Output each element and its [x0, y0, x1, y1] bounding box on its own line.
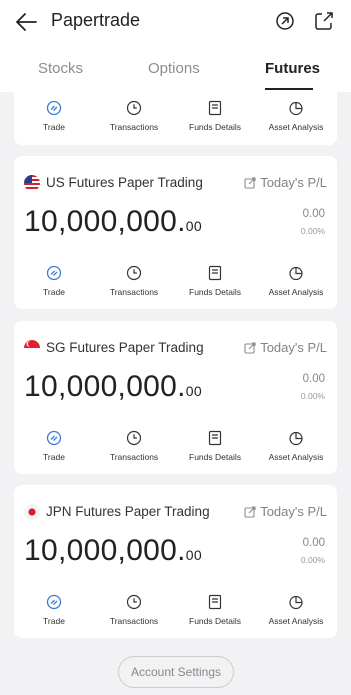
transactions-button[interactable]: Transactions	[94, 594, 174, 626]
document-icon	[207, 594, 223, 610]
external-link-icon	[244, 177, 256, 189]
account-name: US Futures Paper Trading	[46, 175, 203, 190]
tab-stocks[interactable]: Stocks	[38, 60, 83, 77]
pie-chart-icon	[288, 100, 304, 116]
external-link-icon	[244, 342, 256, 354]
clock-icon	[126, 430, 142, 446]
share-icon[interactable]	[313, 10, 335, 32]
account-card-us[interactable]: US Futures Paper Trading Today's P/L 10,…	[14, 156, 337, 309]
tab-options[interactable]: Options	[148, 60, 200, 77]
card-actions: Trade Transactions Funds Details Asset A…	[14, 594, 337, 630]
pl-percent: 0.00%	[300, 226, 325, 236]
sg-flag-icon	[24, 340, 40, 356]
todays-pl-link[interactable]: Today's P/L	[244, 340, 327, 355]
trade-button[interactable]: Trade	[14, 265, 94, 297]
transactions-button[interactable]: Transactions	[94, 430, 174, 462]
jp-flag-icon	[24, 504, 40, 520]
account-balance: 10,000,000.00	[24, 370, 202, 403]
pl-value: 0.00	[302, 537, 325, 549]
pl-percent: 0.00%	[300, 555, 325, 565]
account-name: JPN Futures Paper Trading	[46, 504, 210, 519]
funds-details-button[interactable]: Funds Details	[175, 265, 255, 297]
arrow-left-icon[interactable]	[14, 10, 40, 34]
document-icon	[207, 100, 223, 116]
account-balance: 10,000,000.00	[24, 205, 202, 238]
card-actions: Trade Transactions Funds Details Asset A…	[14, 430, 337, 466]
us-flag-icon	[24, 175, 40, 191]
document-icon	[207, 265, 223, 281]
pl-value: 0.00	[302, 373, 325, 385]
trade-button[interactable]: Trade	[14, 430, 94, 462]
asset-analysis-button[interactable]: Asset Analysis	[256, 265, 336, 297]
pie-chart-icon	[288, 594, 304, 610]
trade-icon	[46, 100, 62, 116]
trade-icon	[46, 430, 62, 446]
app-header: Papertrade	[0, 0, 351, 44]
transactions-button[interactable]: Transactions	[94, 100, 174, 132]
pie-chart-icon	[288, 265, 304, 281]
account-card-jpn[interactable]: JPN Futures Paper Trading Today's P/L 10…	[14, 485, 337, 638]
clock-icon	[126, 100, 142, 116]
account-card-sg[interactable]: SG Futures Paper Trading Today's P/L 10,…	[14, 321, 337, 474]
funds-details-button[interactable]: Funds Details	[175, 594, 255, 626]
pl-value: 0.00	[302, 208, 325, 220]
account-name: SG Futures Paper Trading	[46, 340, 204, 355]
active-tab-indicator	[265, 88, 313, 90]
page-title: Papertrade	[51, 10, 141, 30]
pie-chart-icon	[288, 430, 304, 446]
card-actions: Trade Transactions Funds Details Asset A…	[14, 265, 337, 301]
refresh-icon[interactable]	[274, 10, 296, 32]
external-link-icon	[244, 506, 256, 518]
asset-analysis-button[interactable]: Asset Analysis	[256, 594, 336, 626]
funds-details-button[interactable]: Funds Details	[175, 430, 255, 462]
clock-icon	[126, 594, 142, 610]
card-actions: Trade Transactions Funds Details Asset A…	[14, 100, 337, 136]
trade-button[interactable]: Trade	[14, 594, 94, 626]
account-settings-button[interactable]: Account Settings	[118, 656, 234, 688]
tab-futures[interactable]: Futures	[265, 60, 320, 77]
todays-pl-link[interactable]: Today's P/L	[244, 504, 327, 519]
clock-icon	[126, 265, 142, 281]
todays-pl-link[interactable]: Today's P/L	[244, 175, 327, 190]
account-card-partial: Trade Transactions Funds Details Asset A…	[14, 92, 337, 145]
trade-icon	[46, 265, 62, 281]
trade-icon	[46, 594, 62, 610]
document-icon	[207, 430, 223, 446]
trade-button[interactable]: Trade	[14, 100, 94, 132]
funds-details-button[interactable]: Funds Details	[175, 100, 255, 132]
asset-analysis-button[interactable]: Asset Analysis	[256, 430, 336, 462]
pl-percent: 0.00%	[300, 391, 325, 401]
asset-analysis-button[interactable]: Asset Analysis	[256, 100, 336, 132]
transactions-button[interactable]: Transactions	[94, 265, 174, 297]
account-balance: 10,000,000.00	[24, 534, 202, 567]
tab-bar: Stocks Options Futures	[0, 44, 351, 92]
